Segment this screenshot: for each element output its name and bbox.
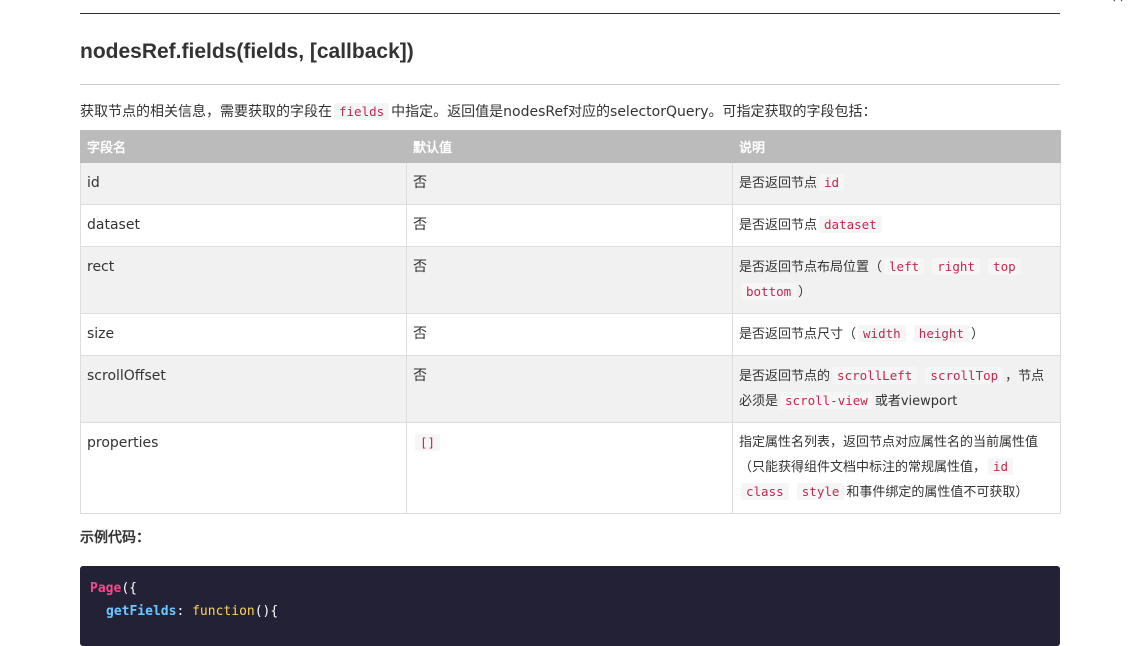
code-line: getFields: function(){: [90, 600, 1050, 623]
code-token: (){: [254, 604, 279, 619]
header-description: 说明: [732, 130, 1061, 163]
cell-description: 是否返回节点布局位置（ left right top bottom）: [732, 246, 1061, 314]
desc-text: 或者viewport: [874, 394, 958, 409]
code-block: Page({ getFields: function(){: [80, 566, 1060, 646]
cell-description: 是否返回节点 dataset: [732, 204, 1061, 247]
table-row: scrollOffset 否 是否返回节点的 scrollLeft scrollT…: [80, 355, 1061, 423]
desc-text: 是否返回节点: [739, 218, 818, 233]
fields-table: 字段名 默认值 说明 id 否 是否返回节点 id dataset 否 是否返回节…: [80, 130, 1061, 514]
cell-default: 否: [406, 204, 733, 247]
inline-code: right: [932, 258, 980, 275]
inline-code: height: [913, 325, 969, 342]
inline-code: left: [884, 258, 925, 275]
desc-text: 是否返回节点的: [739, 369, 831, 384]
cell-field: size: [80, 313, 407, 356]
cell-default: 否: [406, 355, 733, 423]
desc-text: ）: [798, 285, 812, 300]
inline-code: width: [858, 325, 906, 342]
header-field-name: 字段名: [80, 130, 407, 163]
code-token: ({: [121, 581, 137, 596]
cell-description: 指定属性名列表，返回节点对应属性名的当前属性值（只能获得组件文档中标注的常规属性…: [732, 422, 1061, 514]
header-default-value: 默认值: [406, 130, 733, 163]
inline-code: id: [819, 174, 845, 191]
code-line: Page({: [90, 577, 1050, 600]
cell-default: 否: [406, 246, 733, 314]
cell-description: 是否返回节点的 scrollLeft scrollTop ，节点必须是 scroll-…: [732, 355, 1061, 423]
inline-code: top: [988, 258, 1021, 275]
inline-code: scrollTop: [925, 367, 1004, 384]
cell-default: 否: [406, 162, 733, 205]
cell-field: rect: [80, 246, 407, 314]
top-cut-text: （ ）: [993, 0, 1133, 3]
cell-field: id: [80, 162, 407, 205]
intro-paragraph: 获取节点的相关信息，需要获取的字段在 fields 中指定。返回值是nodesRef…: [80, 101, 1060, 123]
inline-code: dataset: [819, 216, 882, 233]
intro-text-after: 中指定。返回值是nodesRef对应的selectorQuery。可指定获取的字…: [391, 104, 877, 120]
inline-code: class: [741, 483, 789, 500]
cell-field: dataset: [80, 204, 407, 247]
code-token: :: [176, 604, 193, 619]
code-token: Page: [90, 581, 122, 596]
page-title: nodesRef.fields(fields, [callback]): [80, 40, 414, 63]
desc-text: 是否返回节点: [739, 176, 818, 191]
desc-text: 和事件绑定的属性值不可获取）: [846, 485, 1029, 500]
code-token: function: [192, 604, 255, 619]
cell-default: 否: [406, 313, 733, 356]
inline-code-fields: fields: [334, 103, 390, 120]
cell-default: []: [406, 422, 733, 514]
intro-text-before: 获取节点的相关信息，需要获取的字段在: [80, 104, 332, 120]
inline-code: id: [988, 458, 1014, 475]
table-row: dataset 否 是否返回节点 dataset: [80, 204, 1061, 247]
example-code-label: 示例代码：: [80, 530, 150, 546]
title-divider: [80, 84, 1060, 85]
table-row: size 否 是否返回节点尺寸（ width height）: [80, 313, 1061, 356]
desc-text: 是否返回节点布局位置（: [739, 260, 883, 275]
code-token: getFields: [106, 604, 177, 619]
desc-text: ）: [970, 327, 984, 342]
table-row: properties [] 指定属性名列表，返回节点对应属性名的当前属性值（只能…: [80, 422, 1061, 514]
desc-text: 是否返回节点尺寸（: [739, 327, 857, 342]
inline-code: []: [415, 434, 441, 451]
cell-description: 是否返回节点 id: [732, 162, 1061, 205]
table-row: id 否 是否返回节点 id: [80, 162, 1061, 205]
table-header-row: 字段名 默认值 说明: [80, 130, 1061, 163]
inline-code: bottom: [741, 283, 797, 300]
top-divider: [80, 13, 1060, 14]
cell-field: scrollOffset: [80, 355, 407, 423]
inline-code: scroll-view: [780, 392, 873, 409]
cell-field: properties: [80, 422, 407, 514]
inline-code: scrollLeft: [832, 367, 918, 384]
cell-description: 是否返回节点尺寸（ width height）: [732, 313, 1061, 356]
inline-code: style: [796, 483, 845, 500]
table-row: rect 否 是否返回节点布局位置（ left right top bottom）: [80, 246, 1061, 314]
